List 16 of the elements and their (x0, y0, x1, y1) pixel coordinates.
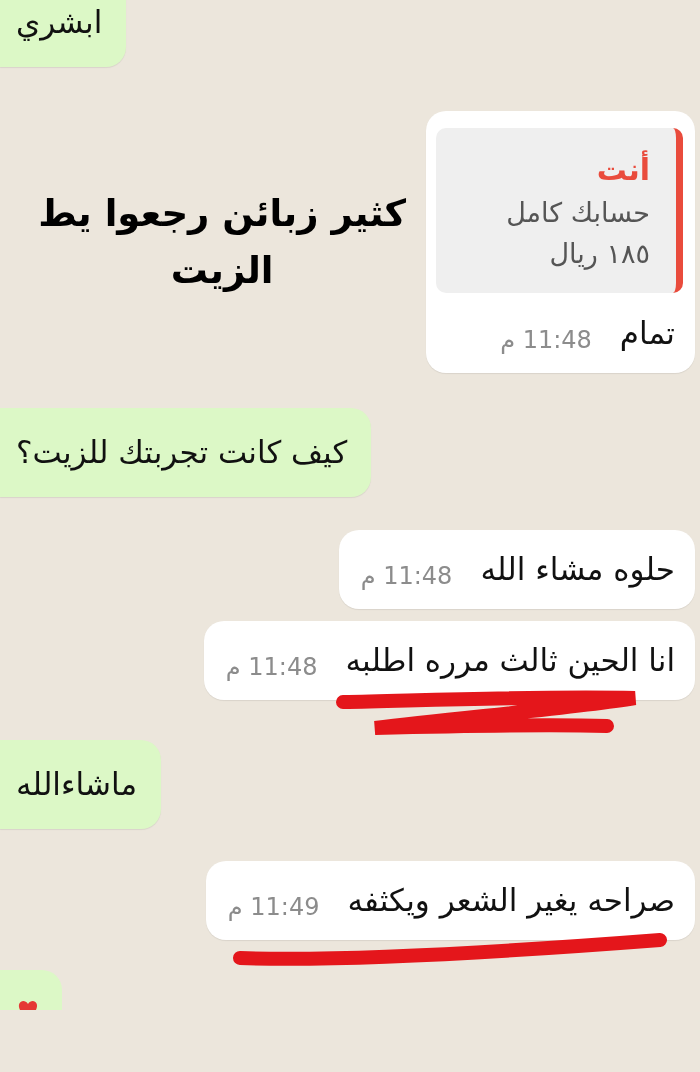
message-time: 11:48 م (225, 652, 318, 683)
message-text: كيف كانت تجربتك للزيت؟ (16, 432, 348, 473)
message-time: 11:48 م (500, 325, 592, 356)
caption-text: الزيت (170, 247, 274, 294)
message-time: 11:48 م (360, 561, 453, 592)
quote-author: أنت (595, 151, 650, 187)
quote-text: حسابك كامل (506, 196, 650, 228)
message-text: انا الحين ثالث مرره اطلبه (345, 640, 675, 681)
caption-text: كثير زبائن رجعوا يط (38, 190, 407, 237)
message-text: ابشري (16, 3, 103, 43)
quote-text: ١٨٥ ريال (548, 237, 650, 269)
message-text: ماشاءالله (16, 764, 137, 804)
message-text: تمام (619, 313, 675, 353)
message-time: 11:49 م (227, 892, 320, 923)
message-text: صراحه يغير الشعر ويكثفه (347, 880, 675, 921)
message-text: حلوه مشاء الله (480, 549, 675, 590)
